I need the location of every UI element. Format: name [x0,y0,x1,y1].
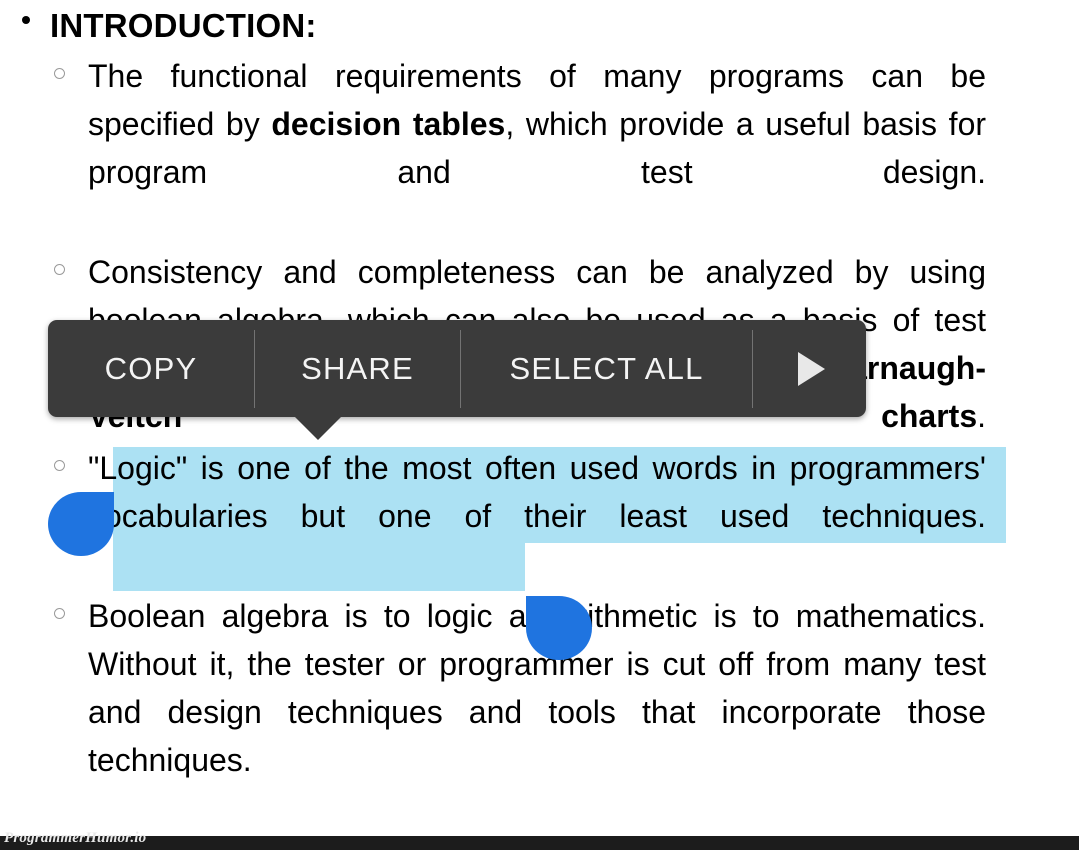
select-all-button-label: SELECT ALL [509,350,704,386]
hollow-circle-icon [54,264,65,275]
list-item-text-part-b: . [977,398,986,434]
list-item: The functional requirements of many prog… [54,52,986,244]
copy-button[interactable]: COPY [48,320,254,417]
more-options-button[interactable] [753,320,869,417]
filled-disc-icon [22,16,30,24]
watermark-bar [0,836,1079,850]
selection-start-handle[interactable] [48,492,114,556]
share-button[interactable]: SHARE [255,320,460,417]
hollow-circle-icon [54,608,65,619]
selection-end-handle[interactable] [526,596,592,660]
text-selection-context-menu: COPY SHARE SELECT ALL [48,320,866,417]
list-item-selected: "Logic" is one of the most often used wo… [54,444,986,588]
play-triangle-icon [797,351,825,386]
emphasis-decision-tables: decision tables [271,106,506,142]
screenshot-root: INTRODUCTION: The functional requirement… [0,0,1079,850]
selected-text[interactable]: "Logic" is one of the most often used wo… [80,444,986,588]
share-button-label: SHARE [301,350,414,386]
watermark-label: ProgrammerHumor.io [4,830,147,846]
context-menu-pointer-caret [294,416,342,440]
hollow-circle-icon [54,68,65,79]
slide-content: INTRODUCTION: The functional requirement… [0,0,1058,836]
list-item-text: The functional requirements of many prog… [80,52,986,244]
page-title: INTRODUCTION: [50,7,317,44]
select-all-button[interactable]: SELECT ALL [461,320,752,417]
hollow-circle-icon [54,460,65,471]
copy-button-label: COPY [104,350,198,386]
heading-row: INTRODUCTION: [0,0,1058,52]
